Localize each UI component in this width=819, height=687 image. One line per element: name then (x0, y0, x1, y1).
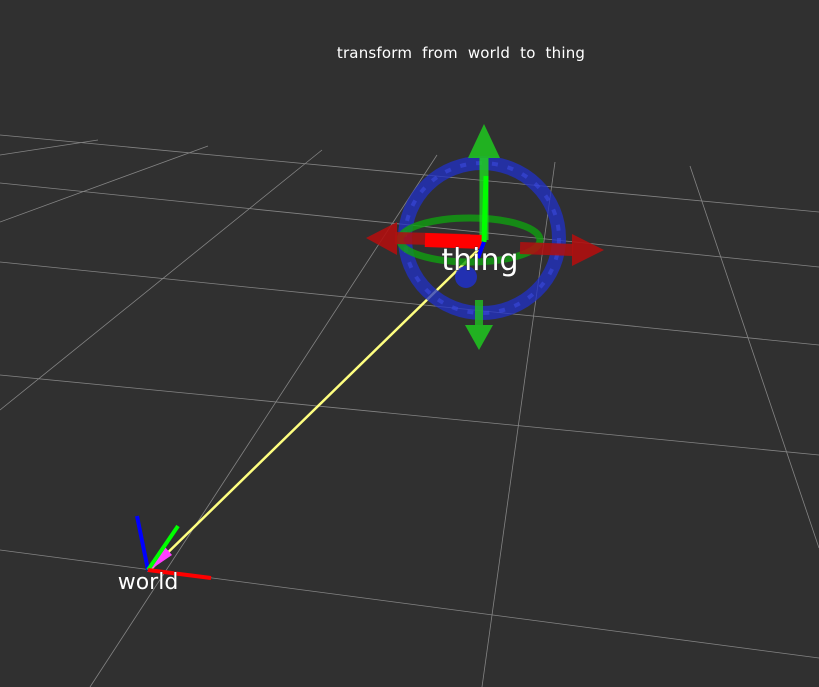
thing-x-axis (424, 233, 485, 249)
move-x-right-arrow-head[interactable] (572, 234, 604, 266)
grid-line (0, 139, 99, 156)
thing-frame-label: thing (441, 243, 518, 278)
rviz-3d-viewport[interactable]: world thing transform from world to thin… (0, 0, 819, 687)
grid-line (481, 161, 556, 687)
grid-line (0, 149, 323, 411)
viewport-caption: transform from world to thing (336, 44, 586, 62)
grid-line (0, 549, 819, 659)
move-x-right-arrow-shaft[interactable] (519, 242, 574, 256)
world-frame-label: world (118, 570, 179, 595)
move-y-down-arrow-head[interactable] (465, 325, 493, 350)
world-z-axis (135, 515, 150, 571)
thing-y-axis (481, 175, 489, 243)
grid-line (689, 165, 819, 549)
grid-line (0, 374, 819, 456)
interactive-marker[interactable]: thing (366, 124, 604, 350)
grid-line (0, 145, 209, 223)
move-y-up-arrow-head[interactable] (468, 124, 500, 158)
move-x-left-arrow-head[interactable] (366, 222, 397, 255)
scene-canvas[interactable]: world thing (0, 0, 819, 687)
